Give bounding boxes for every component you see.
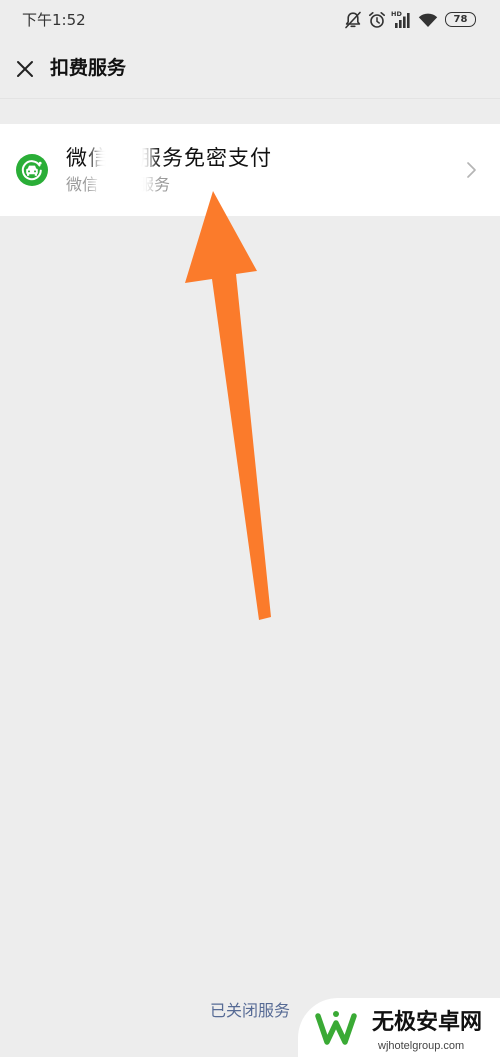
chevron-right-icon	[467, 162, 476, 178]
battery-icon: 78	[445, 12, 476, 27]
header-divider	[0, 98, 500, 99]
redaction-blur	[94, 136, 152, 204]
mute-bell-icon	[345, 11, 361, 29]
watermark: 无极安卓网 wjhotelgroup.com	[298, 998, 500, 1057]
car-icon	[16, 154, 48, 186]
close-icon	[17, 61, 33, 77]
hd-signal-icon: HD	[391, 10, 410, 28]
close-button[interactable]	[12, 56, 38, 82]
status-bar: 下午1:52 HD 78	[0, 0, 500, 40]
status-time: 下午1:52	[22, 11, 86, 29]
watermark-domain: wjhotelgroup.com	[378, 1040, 465, 1052]
service-title-end: 服务免密支付	[140, 146, 272, 170]
hd-label: HD	[391, 10, 402, 18]
wifi-icon	[418, 13, 438, 27]
watermark-site-name: 无极安卓网	[372, 1010, 483, 1035]
page-title: 扣费服务	[50, 57, 127, 79]
alarm-clock-icon	[369, 12, 385, 28]
service-list-item[interactable]: 微信 服务免密支付 微信 服务	[0, 124, 500, 216]
w-logo-icon	[315, 1011, 357, 1045]
